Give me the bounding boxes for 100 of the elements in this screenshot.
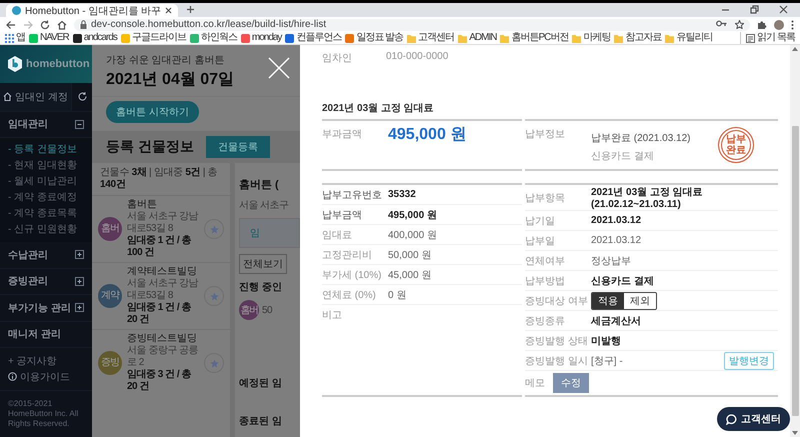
- home-icon[interactable]: [57, 20, 67, 30]
- submenu-item[interactable]: - 현재 임대현황: [0, 158, 83, 174]
- bookmark-item[interactable]: 구글드라이브: [120, 32, 187, 44]
- scrollbar-thumb[interactable]: [792, 126, 798, 416]
- filter-dropdown[interactable]: 전체보기: [239, 254, 287, 274]
- charge-amount: 495,000 원: [388, 125, 466, 145]
- field-value: 50,000 원: [388, 248, 432, 262]
- ongoing-heading: 진행 중인: [239, 281, 283, 294]
- back-icon[interactable]: [6, 20, 16, 30]
- scrollbar[interactable]: [790, 45, 800, 437]
- home-icon: [3, 92, 12, 102]
- notice-link[interactable]: + 공지사항: [8, 354, 84, 368]
- field-label: 납부정보: [525, 128, 566, 141]
- submenu-item[interactable]: - 계약 종료예정: [0, 190, 83, 206]
- submenu-item[interactable]: - 월세 미납관리: [0, 174, 83, 190]
- building-card[interactable]: 증빙 증빙테스트빌딩 서울 중랑구 공릉로 2 임대중 3 건 / 총 20 건: [92, 329, 230, 396]
- bookmark-item[interactable]: 일정표 발송: [344, 32, 404, 44]
- lock-icon: [80, 20, 87, 29]
- field-label: 비고: [322, 308, 343, 322]
- field-label: 부가세 (10%): [322, 268, 382, 282]
- support-chat-button[interactable]: 고객센터: [717, 407, 790, 431]
- field-label: 납기일: [525, 214, 556, 228]
- restore-icon[interactable]: [750, 5, 759, 14]
- building-name: 계약테스트빌딩: [127, 266, 198, 278]
- field-value: 2021.03.12: [591, 235, 642, 246]
- toggle-option[interactable]: 적용: [592, 292, 624, 308]
- key-icon[interactable]: [716, 20, 727, 27]
- bookmark-item[interactable]: 유틸리티: [664, 32, 714, 44]
- bookmark-item[interactable]: 하인웍스: [188, 32, 238, 44]
- reload-icon[interactable]: [40, 20, 50, 30]
- browser-tab[interactable]: Homebutton - 임대관리를 바꾸: [6, 4, 178, 17]
- bookmark-item[interactable]: 참고자료: [613, 32, 662, 44]
- submenu-item[interactable]: - 신규 민원현황: [0, 222, 83, 238]
- field-label: 납부금액: [322, 208, 363, 222]
- field-label: 증빙종류: [525, 314, 566, 328]
- chat-icon: [726, 414, 737, 424]
- field-value: 2021년 03월 고정 임대료 (21.02.12~21.03.11): [591, 186, 704, 210]
- close-icon[interactable]: [779, 5, 788, 14]
- building-name: 증빙테스트빌딩: [127, 333, 198, 345]
- field-value: 35332: [388, 189, 417, 200]
- field-value: 2021.03.12: [591, 215, 642, 226]
- reading-list-button[interactable]: 읽기 목록: [745, 32, 796, 44]
- payment-status: 납부완료 (2021.03.12): [591, 132, 690, 145]
- field-label: 납부항목: [525, 192, 566, 204]
- building-avatar: 증빙: [98, 351, 122, 375]
- account-button[interactable]: 임대인 계정: [0, 83, 72, 111]
- field-label: 납부일: [525, 234, 556, 248]
- copyright-text: ©2015-2021 HomeButton Inc. All Rights Reserved.: [7, 398, 80, 430]
- logo-icon: [8, 56, 22, 72]
- bookmark-item[interactable]: 컨플루언스: [284, 32, 342, 44]
- payment-method: 신용카드 결제: [591, 150, 655, 163]
- star-icon: [210, 224, 218, 234]
- field-value: 정상납부: [591, 254, 632, 268]
- extensions-icon[interactable]: [757, 20, 767, 30]
- star-icon[interactable]: [735, 20, 744, 29]
- field-label: 임차인: [322, 52, 353, 65]
- refresh-icon[interactable]: [78, 92, 86, 102]
- scheduled-heading: 예정된 임: [239, 377, 283, 390]
- bookmark-item[interactable]: monday: [240, 32, 282, 44]
- page-subtitle: 가장 쉬운 임대관리 홈버튼: [106, 54, 226, 67]
- section-title: 등록 건물정보: [106, 138, 194, 156]
- field-value: 0 원: [388, 288, 408, 302]
- field-value: 미발행: [591, 334, 622, 348]
- submenu-item[interactable]: - 등록 건물정보: [0, 142, 83, 158]
- bookmark-item[interactable]: 앱: [4, 32, 26, 44]
- field-value: 400,000 원: [388, 228, 438, 242]
- building-address: 서울 서초구: [239, 199, 290, 212]
- reading-list-icon: [746, 34, 756, 42]
- building-card[interactable]: 홈버 홈버튼 서울 서초구 강남대로53길 8 임대중 1 건 / 총 100 건: [92, 195, 230, 262]
- address-bar[interactable]: dev-console.homebutton.co.kr/lease/build-list/hire-list: [74, 18, 750, 30]
- page-date: 2021년 04월 07일: [106, 70, 236, 90]
- logo-text: homebutton: [26, 58, 90, 70]
- bookmark-item[interactable]: 마케팅: [571, 32, 612, 44]
- scroll-up-icon[interactable]: [792, 47, 798, 51]
- profile-avatar[interactable]: [774, 20, 784, 30]
- bookmark-item[interactable]: ADMIN: [457, 32, 498, 44]
- field-label: 연체여부: [525, 254, 566, 268]
- bookmark-item[interactable]: 홈버튼PC버전: [499, 32, 570, 44]
- bookmark-item[interactable]: andcards: [72, 32, 118, 44]
- contract-text: 50: [262, 304, 272, 316]
- bookmark-item[interactable]: 고객센터: [406, 32, 456, 44]
- lease-count: 임대중 3 건 / 총 20 건: [127, 369, 192, 393]
- apps-grid-icon: [5, 34, 14, 42]
- edit-button[interactable]: 수정: [553, 373, 589, 393]
- field-label: 증빙대상 여부: [525, 294, 589, 308]
- tenant-phone: 010-000-0000: [386, 51, 448, 64]
- field-label: 납부방법: [525, 274, 566, 288]
- building-summary: 건물수 3채 | 임대중 5건 | 총 140건: [99, 166, 218, 192]
- guide-link[interactable]: 이용가이드: [8, 370, 84, 384]
- start-button[interactable]: 홈버튼 시작하기: [106, 101, 199, 123]
- close-icon[interactable]: [165, 7, 172, 14]
- submenu-item[interactable]: - 계약 종료목록: [0, 206, 83, 222]
- building-card[interactable]: 계약 계약테스트빌딩 서울 서초구 강남대로53길 8 임대중 1 건 / 총 20 건: [92, 262, 230, 329]
- plus-icon[interactable]: [186, 5, 196, 14]
- favicon-icon: [12, 6, 21, 15]
- menu-dots-icon[interactable]: [791, 20, 794, 30]
- bookmark-item[interactable]: NAVER: [28, 32, 70, 44]
- field-value: 세금계산서: [591, 314, 642, 328]
- register-button[interactable]: 건물등록: [206, 136, 270, 158]
- scroll-down-icon[interactable]: [792, 431, 798, 435]
